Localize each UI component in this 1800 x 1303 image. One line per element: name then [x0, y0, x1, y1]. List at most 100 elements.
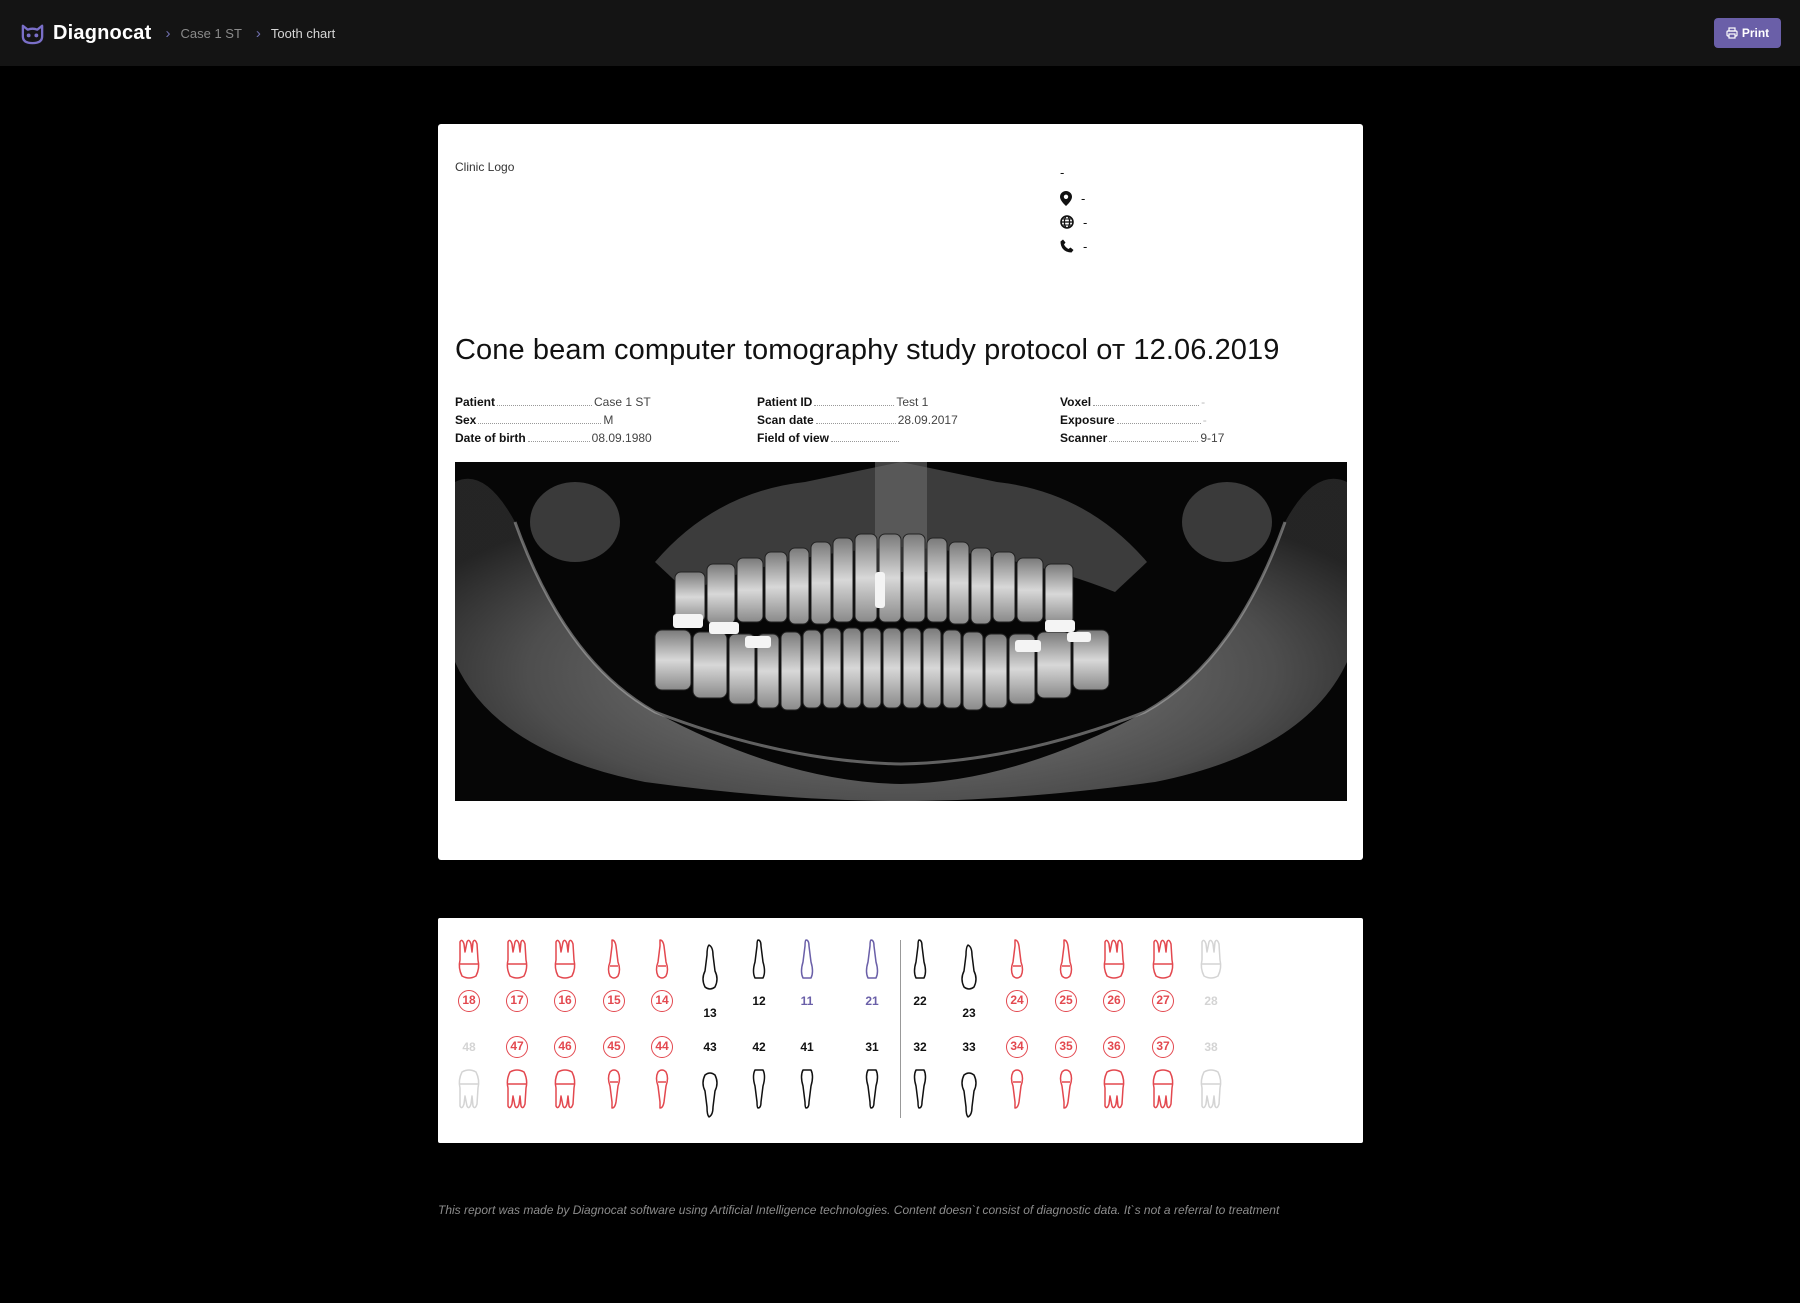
tooth-17[interactable]: 17: [497, 938, 537, 1012]
tooth-premolar-icon: [655, 1069, 669, 1109]
dob-label: Date of birth: [455, 431, 526, 445]
tooth-23[interactable]: 23: [949, 938, 989, 1024]
diagnocat-logo-icon: [21, 24, 44, 44]
tooth-molar-icon: [1200, 1069, 1222, 1109]
tooth-16[interactable]: 16: [545, 938, 585, 1012]
phone-value: -: [1083, 238, 1088, 254]
leader-dots: [1109, 432, 1199, 442]
tooth-molar-icon: [506, 1069, 528, 1109]
tooth-number: 17: [506, 990, 528, 1012]
tooth-number: 37: [1152, 1036, 1174, 1058]
tooth-incisor-icon: [752, 939, 766, 979]
tooth-43[interactable]: 43: [690, 1036, 730, 1124]
scan-info-column: Patient ID Test 1 Scan date 28.09.2017 F…: [757, 395, 1057, 449]
sex-row: Sex M: [455, 413, 755, 431]
tooth-canine-icon: [702, 1072, 718, 1118]
report-disclaimer: This report was made by Diagnocat softwa…: [438, 1203, 1280, 1217]
leader-dots: [831, 432, 900, 442]
patient-id-label: Patient ID: [757, 395, 813, 409]
leader-dots: [814, 396, 895, 406]
tooth-incisor-icon: [865, 1069, 879, 1109]
tooth-25[interactable]: 25: [1046, 938, 1086, 1012]
website-value: -: [1083, 214, 1088, 230]
tooth-chart: 18 17 16 15 14 13 12 11 21 22 23 24 25 26 27 28 48 47 46 4…: [438, 918, 1363, 1143]
tooth-number: 38: [1204, 1040, 1218, 1054]
patient-id-row: Patient ID Test 1: [757, 395, 1057, 413]
dob-value: 08.09.1980: [591, 431, 652, 445]
tooth-canine-icon: [702, 944, 718, 990]
tooth-28[interactable]: 28: [1191, 938, 1231, 1012]
tooth-27[interactable]: 27: [1143, 938, 1183, 1012]
tooth-number: 16: [554, 990, 576, 1012]
tooth-41[interactable]: 41: [787, 1036, 827, 1110]
tooth-26[interactable]: 26: [1094, 938, 1134, 1012]
tooth-11[interactable]: 11: [787, 938, 827, 1012]
tooth-22[interactable]: 22: [900, 938, 940, 1012]
tooth-number: 47: [506, 1036, 528, 1058]
tooth-18[interactable]: 18: [449, 938, 489, 1012]
fov-label: Field of view: [757, 431, 830, 445]
tooth-13[interactable]: 13: [690, 938, 730, 1024]
tooth-45[interactable]: 45: [594, 1036, 634, 1110]
tooth-35[interactable]: 35: [1046, 1036, 1086, 1110]
tooth-number: 34: [1006, 1036, 1028, 1058]
tooth-31[interactable]: 31: [852, 1036, 892, 1110]
tooth-incisor-icon: [800, 1069, 814, 1109]
tooth-48[interactable]: 48: [449, 1036, 489, 1110]
patient-info-column: Patient Case 1 ST Sex M Date of birth 08…: [455, 395, 755, 449]
tooth-number: 22: [913, 994, 927, 1008]
leader-dots: [478, 414, 602, 424]
tooth-molar-icon: [506, 939, 528, 979]
tooth-46[interactable]: 46: [545, 1036, 585, 1110]
tooth-number: 31: [865, 1040, 879, 1054]
scanner-row: Scanner 9-17: [1060, 431, 1360, 449]
tooth-15[interactable]: 15: [594, 938, 634, 1012]
breadcrumb-case[interactable]: Case 1 ST: [180, 26, 241, 41]
map-pin-icon: [1060, 190, 1072, 206]
address-value: -: [1081, 190, 1086, 206]
patient-value: Case 1 ST: [594, 395, 651, 409]
tooth-number: 35: [1055, 1036, 1077, 1058]
tooth-24[interactable]: 24: [997, 938, 1037, 1012]
tooth-number: 36: [1103, 1036, 1125, 1058]
tooth-number: 48: [462, 1040, 476, 1054]
tooth-premolar-icon: [655, 939, 669, 979]
tooth-incisor-icon: [752, 1069, 766, 1109]
tooth-47[interactable]: 47: [497, 1036, 537, 1110]
tooth-number: 44: [651, 1036, 673, 1058]
tooth-32[interactable]: 32: [900, 1036, 940, 1110]
tooth-premolar-icon: [1010, 1069, 1024, 1109]
tooth-number: 11: [800, 994, 814, 1008]
voxel-label: Voxel: [1060, 395, 1092, 409]
leader-dots: [815, 414, 896, 424]
fov-row: Field of view: [757, 431, 1057, 449]
tooth-33[interactable]: 33: [949, 1036, 989, 1124]
tooth-incisor-icon: [913, 939, 927, 979]
tooth-34[interactable]: 34: [997, 1036, 1037, 1110]
app-logo[interactable]: Diagnocat: [19, 20, 151, 47]
tooth-37[interactable]: 37: [1143, 1036, 1183, 1110]
print-button[interactable]: Print: [1714, 18, 1781, 48]
phone-icon: [1060, 239, 1074, 253]
app-name: Diagnocat: [53, 21, 152, 44]
tooth-12[interactable]: 12: [739, 938, 779, 1012]
tooth-number: 24: [1006, 990, 1028, 1012]
tooth-38[interactable]: 38: [1191, 1036, 1231, 1110]
tooth-42[interactable]: 42: [739, 1036, 779, 1110]
tooth-21[interactable]: 21: [852, 938, 892, 1012]
tooth-molar-icon: [554, 1069, 576, 1109]
tooth-number: 28: [1204, 994, 1218, 1008]
address-row: -: [1060, 186, 1087, 210]
tooth-incisor-icon: [913, 1069, 927, 1109]
tooth-premolar-icon: [1010, 939, 1024, 979]
clinic-logo-placeholder: Clinic Logo: [455, 160, 515, 174]
tooth-premolar-icon: [1059, 1069, 1073, 1109]
exposure-label: Exposure: [1060, 413, 1115, 427]
tooth-14[interactable]: 14: [642, 938, 682, 1012]
dob-row: Date of birth 08.09.1980: [455, 431, 755, 449]
tooth-44[interactable]: 44: [642, 1036, 682, 1110]
tooth-molar-icon: [1103, 939, 1125, 979]
tooth-premolar-icon: [1059, 939, 1073, 979]
leader-dots: [527, 432, 590, 442]
tooth-36[interactable]: 36: [1094, 1036, 1134, 1110]
